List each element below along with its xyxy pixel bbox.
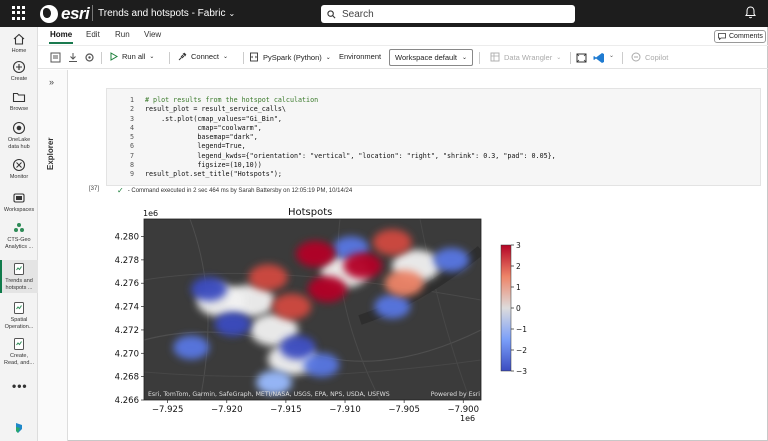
cold-spot-region	[214, 312, 251, 337]
colorbar-tick-label: 2	[516, 262, 521, 271]
cold-spot-region	[374, 294, 411, 319]
x-tick-label: −7.920	[211, 405, 242, 415]
y-tick-label: 4.274	[115, 303, 139, 313]
colorbar-tick-label: 0	[516, 304, 521, 313]
cold-spot-region	[433, 247, 470, 272]
hot-spot-region	[372, 229, 412, 256]
y-tick-label: 4.270	[115, 349, 139, 359]
y-tick-label: 4.280	[115, 233, 139, 243]
colorbar-tick-label: −2	[516, 346, 527, 355]
colorbar-tick-label: 1	[516, 283, 521, 292]
attribution-sources: Esri, TomTom, Garmin, SafeGraph, METI/NA…	[148, 391, 390, 398]
hot-spot-region	[295, 241, 335, 268]
x-tick-label: −7.910	[329, 405, 360, 415]
colorbar-tick-label: −3	[516, 367, 527, 376]
colorbar-tick-label: 3	[516, 241, 521, 250]
colorbar	[500, 244, 512, 372]
y-tick-label: 4.278	[115, 256, 139, 266]
x-tick-label: −7.905	[388, 405, 419, 415]
y-tick-label: 4.266	[115, 396, 139, 406]
cold-spot-region	[173, 335, 210, 360]
hot-spot-region	[248, 264, 288, 291]
y-tick-label: 4.272	[115, 326, 139, 336]
map-attribution: Esri, TomTom, Garmin, SafeGraph, METI/NA…	[148, 391, 480, 398]
cold-spot-region	[191, 277, 228, 302]
cold-spot-region	[303, 352, 340, 377]
y-tick-label: 4.276	[115, 279, 139, 289]
hot-spot-region	[343, 252, 383, 279]
x-tick-label: −7.915	[270, 405, 301, 415]
x-tick-label: −7.925	[152, 405, 183, 415]
colorbar-tick-label: −1	[516, 325, 527, 334]
hot-spot-region	[384, 270, 424, 297]
y-tick-label: 4.268	[115, 373, 139, 383]
hot-spot-region	[272, 293, 312, 320]
hot-spot-region	[307, 276, 347, 303]
hotspot-map: 4.280 4.278 4.276 4.274 4.272 4.270 4.268 4.266…	[115, 218, 527, 415]
x-tick-label: −7.900	[448, 405, 479, 415]
attribution-powered: Powered by Esri	[430, 391, 480, 398]
